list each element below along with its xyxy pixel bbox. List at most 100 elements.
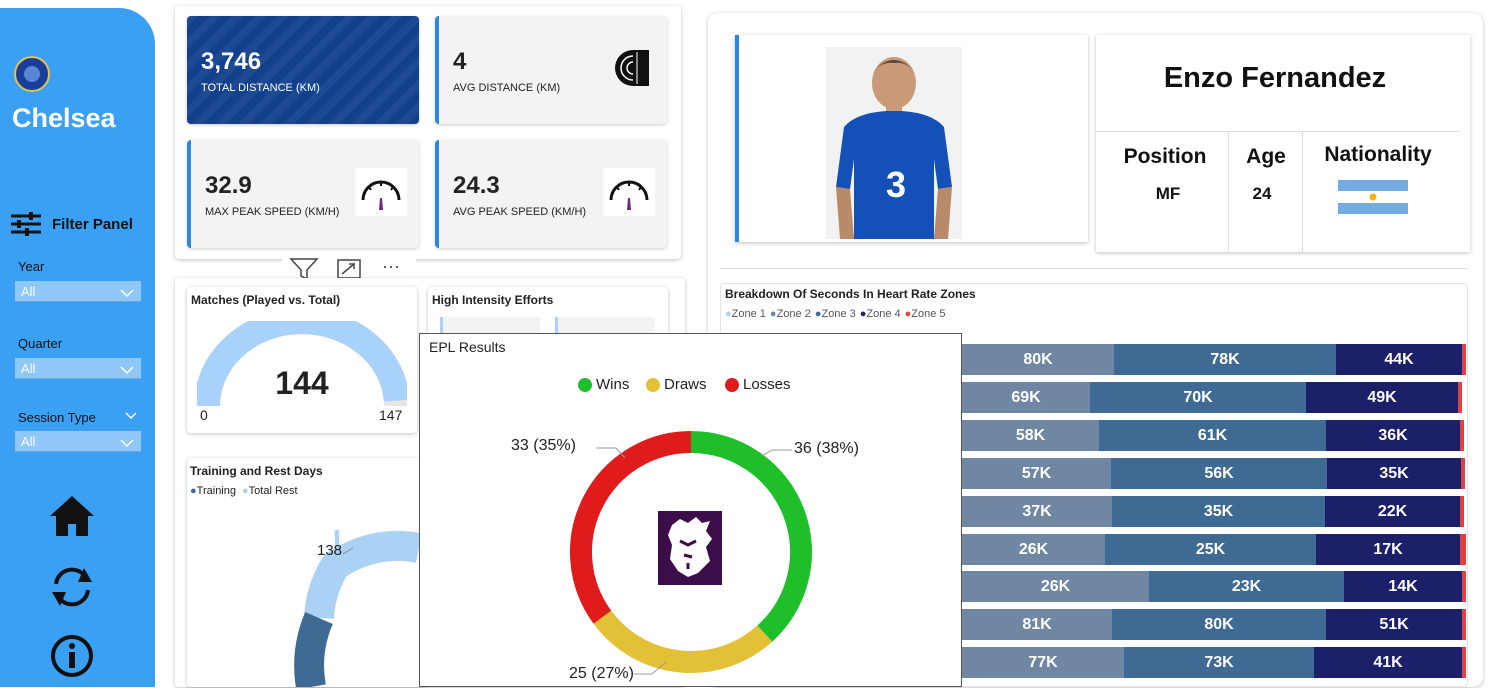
focus-mode-icon[interactable] (336, 258, 362, 280)
epl-slice-draws[interactable] (593, 610, 773, 673)
hr-bar-row: 81K 80K 51K (962, 609, 1466, 640)
training-donut (294, 529, 422, 687)
kpi-value: 32.9 (205, 172, 252, 199)
sliders-icon (11, 212, 41, 236)
info-icon[interactable] (49, 634, 95, 678)
hr-zone2-seg: 57K (962, 458, 1111, 489)
kpi-value: 4 (453, 48, 467, 75)
kpi-caption: MAX PEAK SPEED (KM/H) (205, 206, 340, 218)
hr-zone4-seg: 51K (1326, 609, 1462, 640)
chelsea-crest-logo (14, 56, 50, 92)
svg-text:3: 3 (886, 164, 906, 205)
hr-bar-row: 26K 23K 14K (962, 571, 1466, 602)
kpi-value: 3,746 (201, 48, 262, 75)
hr-zone3-seg: 73K (1124, 647, 1314, 678)
refresh-icon[interactable] (48, 564, 96, 610)
age-header: Age (1246, 145, 1286, 168)
hr-bar-row: 69K 70K 49K (962, 382, 1462, 413)
hr-bar-row: 26K 25K 17K (962, 534, 1466, 565)
hr-bar-row: 80K 78K 44K (962, 344, 1466, 375)
hr-zone5-seg (1462, 647, 1466, 678)
epl-results-chart[interactable]: EPL Results Wins Draws Losses 36 (38%) 3… (419, 333, 962, 687)
home-icon[interactable] (48, 494, 96, 538)
filter-year-label: Year (18, 259, 45, 274)
divider (720, 268, 1468, 269)
hr-bar-row: 37K 35K 22K (962, 496, 1464, 527)
heart-rate-title: Breakdown Of Seconds In Heart Rate Zones (725, 287, 976, 301)
legend-zone-3: ●Zone 3 (814, 308, 856, 320)
filter-panel-toggle[interactable]: Filter Panel (10, 211, 133, 237)
filter-panel-label: Filter Panel (52, 215, 133, 233)
legend-zone-1: ●Zone 1 (725, 308, 766, 320)
filter-year-value: All (21, 284, 36, 299)
hr-zone5-seg (1460, 496, 1464, 527)
wins-data-label: 36 (38%) (794, 440, 859, 457)
hr-zone3-seg: 56K (1111, 458, 1327, 489)
kpi-value: 24.3 (453, 172, 500, 199)
filter-session-label: Session Type (18, 410, 137, 425)
hr-zone4-seg: 35K (1327, 458, 1461, 489)
argentina-flag-icon (1338, 180, 1408, 214)
draws-data-label: 25 (27%) (569, 665, 634, 682)
kpi-max-peak-speed: 32.9 MAX PEAK SPEED (KM/H) (187, 140, 419, 248)
speedometer-icon (603, 168, 655, 216)
hr-zone2-seg: 80K (962, 344, 1114, 375)
hr-zone5-seg (1462, 609, 1466, 640)
hr-zone3-seg: 61K (1099, 420, 1326, 451)
more-options-icon[interactable]: ··· (382, 256, 400, 277)
hr-zone5-seg (1460, 534, 1466, 565)
hr-zone3-seg: 23K (1149, 571, 1344, 602)
hr-zone5-seg (1462, 571, 1466, 602)
legend-zone-5: ●Zone 5 (904, 308, 946, 320)
kpi-total-distance: 3,746 TOTAL DISTANCE (KM) (187, 16, 419, 124)
position-value: MF (1155, 184, 1181, 203)
training-rest-card: Training and Rest Days ●Training ●Total … (187, 458, 427, 687)
chevron-down-icon (119, 361, 135, 383)
hr-zone3-seg: 35K (1112, 496, 1325, 527)
legend-training: ●Training (190, 485, 236, 497)
hr-zone2-seg: 26K (962, 534, 1105, 565)
hr-zone2-seg: 58K (962, 420, 1099, 451)
hr-zone5-seg (1461, 458, 1465, 489)
hr-zone4-seg: 41K (1314, 647, 1462, 678)
filter-session-select[interactable]: All (15, 431, 141, 452)
training-rest-title: Training and Rest Days (190, 464, 323, 478)
kpi-caption: TOTAL DISTANCE (KM) (201, 82, 320, 94)
matches-title: Matches (Played vs. Total) (191, 293, 341, 307)
hr-zone3-seg: 78K (1114, 344, 1336, 375)
hr-zone4-seg: 14K (1344, 571, 1462, 602)
kpi-avg-peak-speed: 24.3 AVG PEAK SPEED (KM/H) (435, 140, 667, 248)
hr-zone2-seg: 26K (962, 571, 1149, 602)
premier-league-logo (658, 511, 722, 585)
gauge-min-label: 0 (200, 407, 208, 423)
hr-zone4-seg: 49K (1306, 382, 1458, 413)
training-legend: ●Training ●Total Rest (190, 485, 298, 497)
hr-zone5-seg (1462, 344, 1466, 375)
player-name: Enzo Fernandez (1163, 62, 1387, 94)
filter-year-select[interactable]: All (15, 281, 141, 302)
age-value: 24 (1252, 184, 1272, 203)
legend-total-rest: ●Total Rest (242, 485, 298, 497)
heart-rate-legend: ●Zone 1 ●Zone 2 ●Zone 3 ●Zone 4 ●Zone 5 (725, 308, 946, 320)
losses-data-label: 33 (35%) (511, 437, 576, 454)
kpi-avg-distance: 4 AVG DISTANCE (KM) (435, 16, 667, 124)
position-header: Position (1123, 145, 1207, 168)
hr-zone2-seg: 37K (962, 496, 1112, 527)
filter-quarter-select[interactable]: All (15, 358, 141, 379)
sidebar: Chelsea Filter Panel Year All Quarter Al… (0, 8, 155, 687)
chevron-down-icon (119, 434, 135, 456)
speedometer-icon (355, 168, 407, 216)
training-label: 138 (317, 542, 343, 559)
hr-zone4-seg: 22K (1325, 496, 1460, 527)
hr-zone4-seg: 44K (1336, 344, 1462, 375)
nationality-header: Nationality (1324, 143, 1432, 166)
hr-zone2-seg: 81K (962, 609, 1112, 640)
hr-zone5-seg (1460, 420, 1464, 451)
hr-bar-row: 57K 56K 35K (962, 458, 1465, 489)
legend-zone-4: ●Zone 4 (859, 308, 901, 320)
hr-zone4-seg: 36K (1326, 420, 1460, 451)
running-track-icon (615, 50, 649, 86)
hr-zone2-seg: 69K (962, 382, 1090, 413)
high-intensity-title: High Intensity Efforts (432, 293, 554, 307)
hr-bar-row: 77K 73K 41K (962, 647, 1466, 678)
